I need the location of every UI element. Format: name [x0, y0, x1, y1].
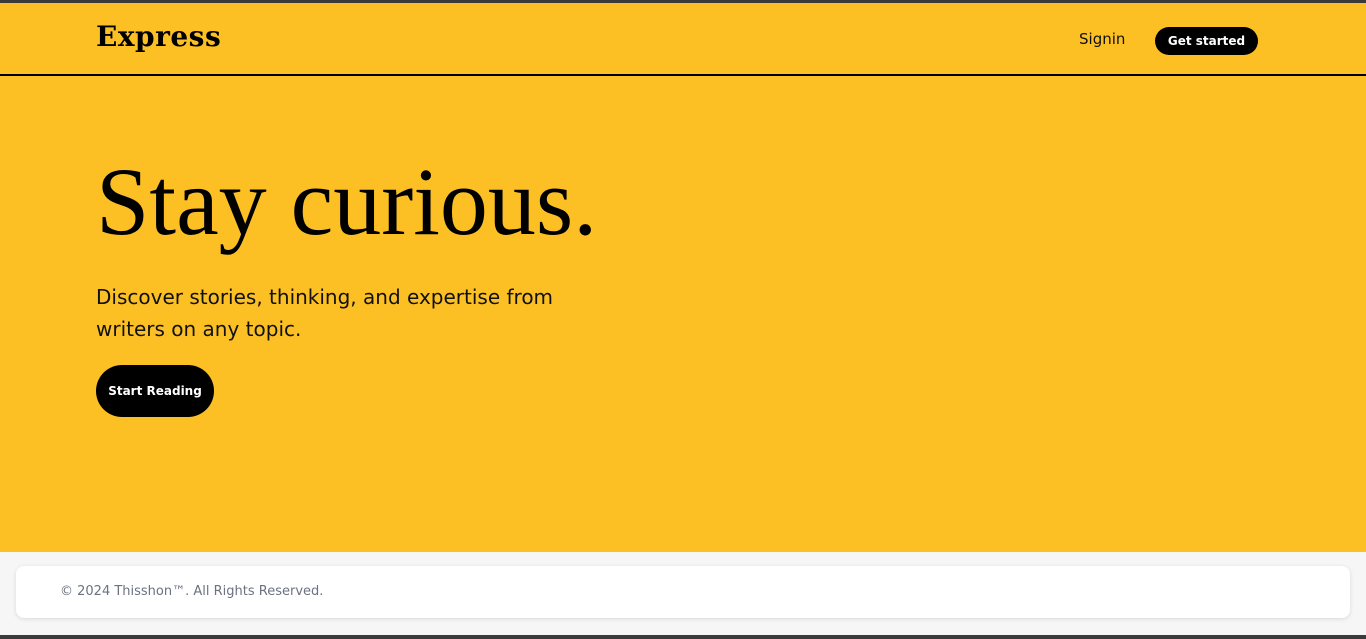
- footer-card: © 2024 Thisshon™. All Rights Reserved.: [16, 566, 1350, 618]
- hero-subtitle: Discover stories, thinking, and expertis…: [96, 285, 554, 341]
- get-started-button[interactable]: Get started: [1155, 27, 1258, 55]
- top-navbar: Express Signin Get started: [0, 3, 1366, 76]
- page: Express Signin Get started Stay curious.…: [0, 3, 1366, 635]
- copyright-text: © 2024 Thisshon™. All Rights Reserved.: [60, 584, 324, 599]
- signin-link[interactable]: Signin: [1079, 30, 1125, 48]
- start-reading-button[interactable]: Start Reading: [96, 365, 214, 417]
- hero-section: Stay curious. Discover stories, thinking…: [0, 76, 1366, 552]
- hero-title: Stay curious.: [96, 148, 598, 255]
- brand-logo[interactable]: Express: [96, 23, 221, 51]
- footer: © 2024 Thisshon™. All Rights Reserved.: [0, 552, 1366, 635]
